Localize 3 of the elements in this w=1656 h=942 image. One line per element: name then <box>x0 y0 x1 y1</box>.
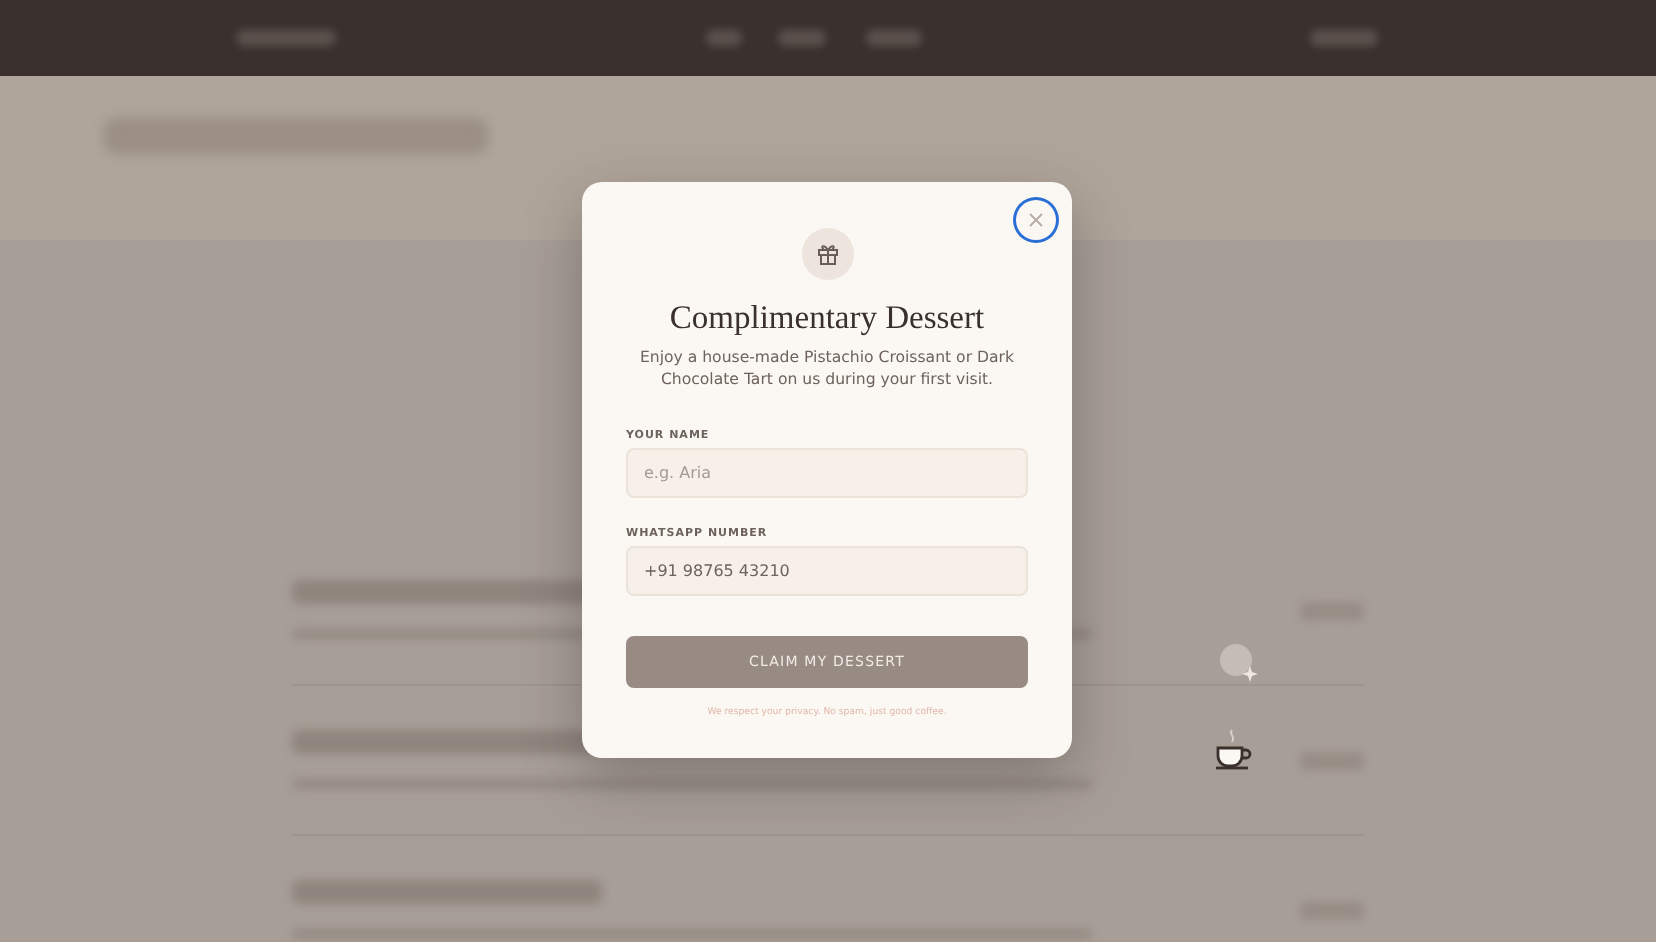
modal-title: Complimentary Dessert <box>667 298 987 338</box>
name-field[interactable]: e.g. Aria <box>626 448 1028 498</box>
phone-field[interactable]: +91 98765 43210 <box>626 546 1028 596</box>
